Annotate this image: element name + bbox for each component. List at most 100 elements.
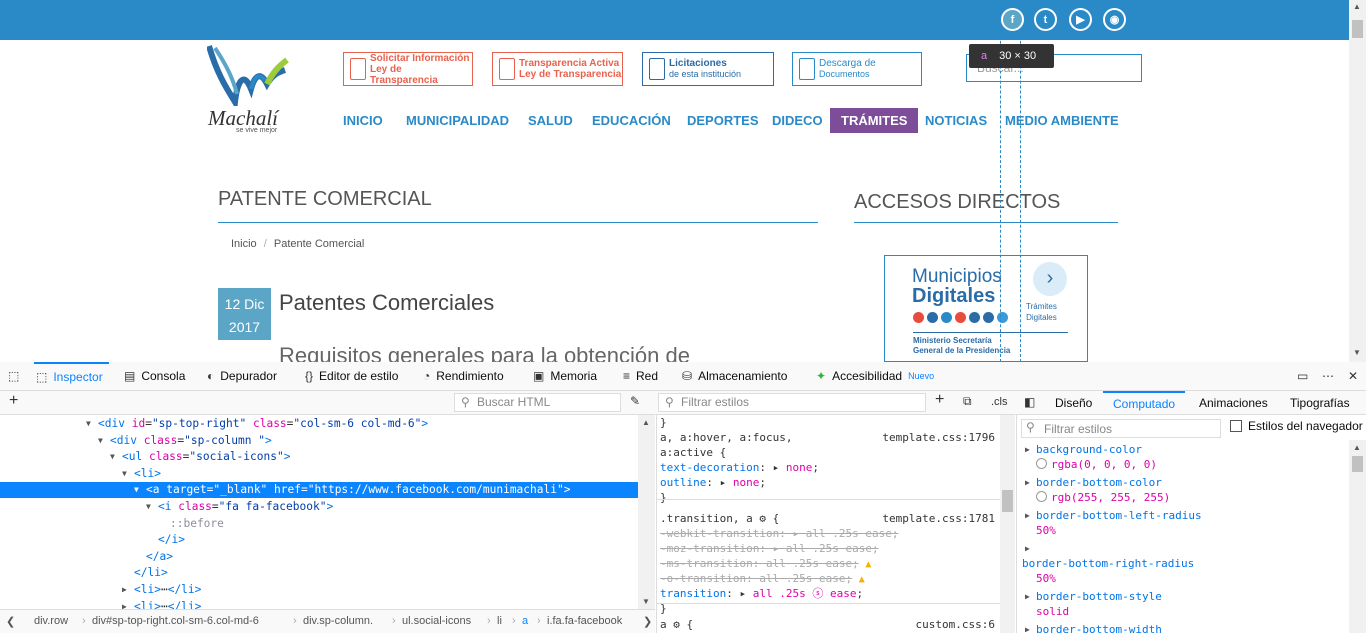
breadcrumb-home[interactable]: Inicio [231, 238, 257, 250]
markup-node[interactable]: ▼ <div id="sp-top-right" class="col-sm-6 … [0, 416, 638, 432]
facebook-icon[interactable]: f [1001, 8, 1024, 31]
rules-scrollbar[interactable] [1000, 415, 1015, 633]
expand-icon[interactable]: ▼ [86, 416, 91, 432]
expand-icon[interactable]: ▶ [1025, 592, 1030, 601]
scroll-up-icon[interactable]: ▲ [1353, 2, 1361, 11]
article-title[interactable]: Patentes Comerciales [279, 290, 494, 316]
page-scrollbar[interactable]: ▲ ▼ [1349, 0, 1366, 362]
node-breadcrumb[interactable]: ul.social-icons [402, 615, 471, 627]
add-node-icon[interactable]: + [9, 392, 18, 410]
markup-node[interactable]: </i> [0, 532, 638, 548]
nav-item-2[interactable]: MUNICIPALIDAD [406, 108, 509, 133]
devtools-tab-6[interactable]: ▣ Memoria [533, 362, 597, 390]
toggle-pseudo-icon[interactable]: ⧉ [963, 394, 972, 409]
node-breadcrumb[interactable]: div.row [34, 615, 68, 627]
css-rule-line[interactable]: .transition, a ⚙ { [660, 511, 779, 526]
expand-icon[interactable]: ▶ [1025, 445, 1030, 454]
computed-scrollbar[interactable]: ▲ [1349, 440, 1366, 633]
nav-item-1[interactable]: INICIO [343, 108, 383, 133]
markup-node[interactable]: ▼ <li> [0, 466, 638, 482]
collapse-icon[interactable]: ▶ [122, 599, 127, 609]
devtools-tab-7[interactable]: ≡ Red [623, 362, 658, 390]
markup-node[interactable]: ▼ <ul class="social-icons"> [0, 449, 638, 465]
dock-icon[interactable]: ▭ [1297, 362, 1308, 390]
nav-item-5[interactable]: DEPORTES [687, 108, 759, 133]
computed-property[interactable]: border-bottom-style [1036, 589, 1162, 604]
close-icon[interactable]: ✕ [1348, 362, 1358, 390]
expand-icon[interactable]: ▶ [1025, 544, 1030, 553]
add-rule-icon[interactable]: + [935, 391, 944, 409]
nav-item-6[interactable]: DIDECO [772, 108, 823, 133]
cls-button[interactable]: .cls [991, 396, 1008, 408]
devtools-tab-8[interactable]: ⛁ Almacenamiento [682, 362, 787, 390]
expand-icon[interactable]: ▼ [110, 449, 115, 465]
expand-icon[interactable]: ▼ [134, 482, 139, 498]
node-breadcrumb[interactable]: li [497, 615, 502, 627]
twitter-icon[interactable]: t [1034, 8, 1057, 31]
more-options-icon[interactable]: ⋯ [1322, 362, 1334, 390]
scroll-up-icon[interactable]: ▲ [642, 418, 650, 427]
css-rule-line[interactable]: -moz-transition: ▸ all .25s ease; [660, 541, 879, 556]
arrow-right-icon[interactable]: › [1033, 262, 1067, 296]
scroll-down-icon[interactable]: ▼ [642, 597, 650, 606]
breadcrumb-back-icon[interactable]: ❮ [6, 615, 15, 628]
expand-icon[interactable]: ▼ [98, 433, 103, 449]
markup-node[interactable]: ▼ <i class="fa fa-facebook"> [0, 499, 638, 515]
markup-node[interactable]: </li> [0, 565, 638, 581]
css-source-link[interactable]: template.css:1796 [882, 430, 995, 445]
pick-element-icon[interactable]: ⬚ [8, 362, 19, 390]
devtools-tab-3[interactable]: ◐ Depurador [207, 362, 277, 390]
css-rule-line[interactable]: text-decoration: ▸ none; [660, 460, 819, 475]
devtools-tab-1[interactable]: ⬚ Inspector [34, 362, 109, 390]
css-source-link[interactable]: custom.css:6 [916, 617, 995, 632]
css-rule-line[interactable]: } [660, 415, 667, 430]
css-rule-line[interactable]: -ms-transition: all .25s ease; ▲ [660, 556, 871, 571]
nav-item-9[interactable]: MEDIO AMBIENTE [1005, 108, 1119, 133]
expand-icon[interactable]: ▶ [1025, 625, 1030, 633]
node-breadcrumb[interactable]: i.fa.fa-facebook [547, 615, 622, 627]
municipios-digitales-banner[interactable]: Municipios Digitales Ministerio Secretar… [884, 255, 1088, 362]
header-link-3[interactable]: Licitaciones de esta institución [642, 52, 774, 86]
css-rule-line[interactable]: a ⚙ { [660, 617, 693, 632]
markup-node[interactable]: ▼ <div class="sp-column "> [0, 433, 638, 449]
panel-tab-1[interactable]: Diseño [1055, 391, 1092, 415]
css-source-link[interactable]: template.css:1781 [882, 511, 995, 526]
devtools-tab-5[interactable]: ◔ Rendimiento [423, 362, 504, 390]
filter-styles-input[interactable]: Filtrar estilos [658, 393, 926, 412]
markup-node[interactable]: ::before [0, 516, 638, 532]
breadcrumb-forward-icon[interactable]: ❯ [643, 615, 652, 628]
markup-node[interactable]: ▶ <li>⋯</li> [0, 582, 638, 598]
computed-filter-input[interactable]: Filtrar estilos [1021, 419, 1221, 438]
eyedropper-icon[interactable]: ✎ [630, 394, 640, 408]
node-breadcrumb[interactable]: div.sp-column. [303, 615, 373, 627]
node-breadcrumb[interactable]: div#sp-top-right.col-sm-6.col-md-6 [92, 615, 259, 627]
scroll-thumb[interactable] [1352, 456, 1363, 472]
devtools-tab-2[interactable]: ▤ Consola [124, 362, 185, 390]
css-rule-line[interactable]: outline: ▸ none; [660, 475, 766, 490]
machali-logo-icon[interactable] [207, 44, 289, 106]
scroll-thumb[interactable] [1002, 490, 1013, 512]
css-rule-line[interactable]: a:active { [660, 445, 726, 460]
markup-node[interactable]: ▶ <li>⋯</li> [0, 599, 638, 609]
expand-icon[interactable]: ▼ [122, 466, 127, 482]
scroll-thumb[interactable] [1352, 20, 1363, 38]
header-link-4[interactable]: Descarga de Documentos [792, 52, 922, 86]
computed-property[interactable]: border-bottom-color [1036, 475, 1162, 490]
panel-tab-2[interactable]: Computado [1103, 391, 1186, 415]
expand-icon[interactable]: ▼ [146, 499, 151, 515]
expand-icon[interactable]: ▶ [1025, 511, 1030, 520]
youtube-icon[interactable]: ▶ [1069, 8, 1092, 31]
css-rule-line[interactable]: } [660, 490, 667, 505]
scroll-up-icon[interactable]: ▲ [1353, 443, 1361, 452]
nav-item-4[interactable]: EDUCACIÓN [592, 108, 671, 133]
nav-item-3[interactable]: SALUD [528, 108, 573, 133]
nav-item-8[interactable]: NOTICIAS [925, 108, 987, 133]
expand-icon[interactable]: ▶ [1025, 478, 1030, 487]
panel-tab-4[interactable]: Tipografías [1290, 391, 1350, 415]
css-rule-line[interactable]: -o-transition: all .25s ease; ▲ [660, 571, 865, 586]
computed-property[interactable]: border-bottom-width [1036, 622, 1162, 633]
computed-property[interactable]: background-color [1036, 442, 1142, 457]
header-link-2[interactable]: Transparencia Activa Ley de Transparencia [492, 52, 623, 86]
node-breadcrumb[interactable]: a [522, 615, 528, 627]
computed-property[interactable]: border-bottom-right-radius [1022, 556, 1194, 571]
